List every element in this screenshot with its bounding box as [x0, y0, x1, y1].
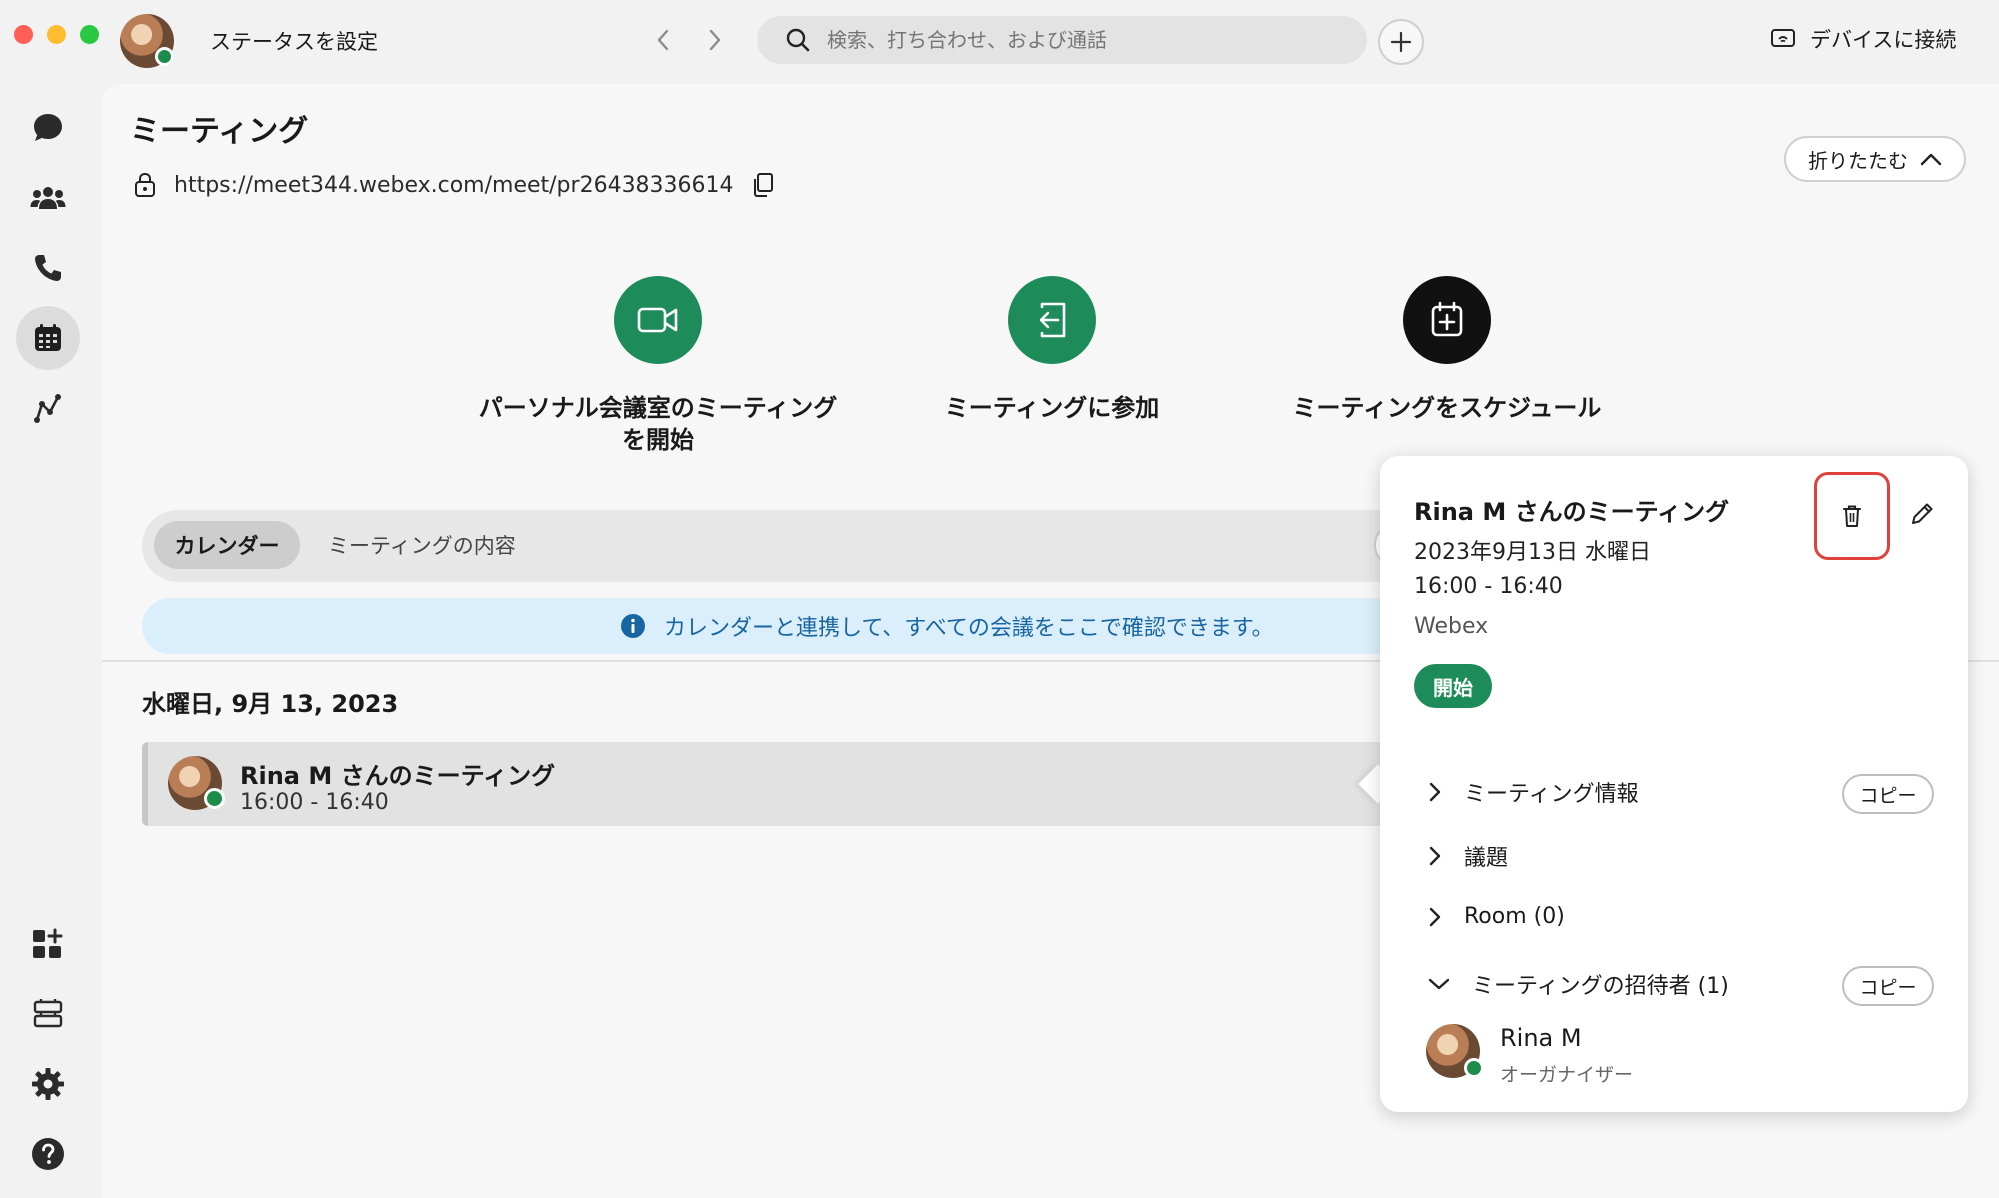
sidebar-item-calling[interactable]: [16, 236, 80, 300]
collapse-label: 折りたたむ: [1808, 148, 1908, 173]
copy-invitees-button[interactable]: コピー: [1842, 966, 1934, 1006]
help-icon: [32, 1138, 64, 1170]
chevron-right-icon: [1429, 782, 1441, 802]
join-meeting-circle[interactable]: [1008, 276, 1096, 364]
chevron-down-icon: [1428, 978, 1450, 990]
start-personal-room-meeting-button[interactable]: パーソナル会議室のミーティングを開始: [468, 276, 848, 456]
calendar-integration-banner: カレンダーと連携して、すべての会議をここで確認できます。: [142, 598, 1452, 654]
sidebar-item-analytics[interactable]: [16, 376, 80, 440]
section-meeting-info[interactable]: ミーティング情報: [1428, 776, 1639, 808]
connect-device-label: デバイスに接続: [1810, 28, 1957, 52]
presence-indicator: [155, 47, 174, 66]
copy-meeting-info-button[interactable]: コピー: [1842, 774, 1934, 814]
banner-text: カレンダーと連携して、すべての会議をここで確認できます。: [664, 616, 1274, 641]
sidebar-item-messaging[interactable]: [16, 96, 80, 160]
search-bar[interactable]: [757, 16, 1367, 64]
sidebar-item-teams[interactable]: [16, 166, 80, 230]
invitee-name: Rina M: [1500, 1024, 1582, 1052]
meeting-url-row: https://meet344.webex.com/meet/pr2643833…: [134, 172, 774, 198]
delete-meeting-button[interactable]: [1814, 472, 1890, 560]
phone-icon: [35, 255, 61, 281]
back-button[interactable]: [648, 22, 678, 58]
meeting-details-popover: Rina M さんのミーティング 2023年9月13日 水曜日 16:00 - …: [1380, 456, 1968, 1112]
schedule-meeting-label: ミーティングをスケジュール: [1292, 394, 1602, 422]
popover-platform: Webex: [1414, 614, 1489, 639]
sidebar-item-help[interactable]: [16, 1122, 80, 1186]
sidebar-item-devices[interactable]: [16, 982, 80, 1046]
analytics-icon: [34, 394, 61, 423]
calendar-add-icon: [1431, 301, 1463, 337]
plus-icon: [1390, 31, 1412, 53]
chevron-right-icon: [709, 29, 721, 51]
devices-icon: [33, 999, 63, 1028]
info-icon: [621, 614, 645, 638]
collapse-button[interactable]: 折りたたむ: [1784, 136, 1966, 182]
connect-device-button[interactable]: デバイスに接続: [1770, 24, 1956, 54]
join-meeting-label: ミーティングに参加: [944, 394, 1160, 422]
add-button[interactable]: [1378, 19, 1424, 65]
meeting-title: Rina M さんのミーティング: [240, 762, 556, 790]
tab-calendar[interactable]: カレンダー: [154, 521, 300, 569]
calendar-icon: [35, 324, 61, 351]
meeting-time: 16:00 - 16:40: [240, 790, 389, 815]
forward-button[interactable]: [700, 22, 730, 58]
section-agenda[interactable]: 議題: [1428, 840, 1508, 872]
gear-icon: [32, 1068, 64, 1100]
chevron-up-icon: [1920, 153, 1942, 166]
trash-icon: [1843, 505, 1861, 527]
pencil-icon: [1912, 503, 1933, 524]
start-meeting-label: パーソナル会議室のミーティングを開始: [478, 394, 838, 454]
section-label: Room (0): [1464, 904, 1565, 929]
lock-icon: [135, 172, 155, 197]
start-meeting-circle[interactable]: [614, 276, 702, 364]
teams-icon: [30, 187, 66, 209]
start-button[interactable]: 開始: [1414, 664, 1492, 708]
window-close-button[interactable]: [14, 25, 33, 44]
title-bar: ステータスを設定 デバイスに接続: [0, 0, 1999, 84]
chevron-right-icon: [1429, 846, 1441, 866]
join-meeting-button[interactable]: ミーティングに参加: [862, 276, 1242, 424]
invitee-role: オーガナイザー: [1500, 1064, 1634, 1086]
video-camera-icon: [637, 307, 678, 333]
view-tabs: カレンダー ミーティングの内容: [142, 510, 1452, 582]
sidebar-item-settings[interactable]: [16, 1052, 80, 1116]
left-navigation: [0, 84, 100, 1198]
sidebar-item-meetings[interactable]: [16, 306, 80, 370]
popover-date: 2023年9月13日 水曜日: [1414, 540, 1651, 565]
set-status-button[interactable]: ステータスを設定: [210, 26, 378, 56]
edit-meeting-button[interactable]: [1904, 496, 1940, 532]
copy-icon[interactable]: [752, 172, 774, 198]
popover-title: Rina M さんのミーティング: [1414, 498, 1730, 526]
section-label: ミーティングの招待者 (1): [1472, 974, 1729, 999]
search-icon: [786, 28, 810, 52]
apps-icon: [33, 928, 63, 958]
device-connect-icon: [1771, 29, 1795, 47]
search-input[interactable]: [827, 28, 1327, 52]
meeting-list-item[interactable]: Rina M さんのミーティング 16:00 - 16:40: [142, 742, 1452, 826]
section-room[interactable]: Room (0): [1428, 904, 1565, 929]
popover-time: 16:00 - 16:40: [1414, 574, 1563, 599]
sidebar-item-apps[interactable]: [16, 912, 80, 976]
section-label: 議題: [1464, 846, 1509, 871]
meeting-url-link[interactable]: https://meet344.webex.com/meet/pr2643833…: [174, 173, 734, 198]
section-invitees[interactable]: ミーティングの招待者 (1): [1428, 968, 1729, 1000]
section-label: ミーティング情報: [1464, 782, 1639, 807]
chevron-right-icon: [1429, 907, 1441, 926]
date-heading: 水曜日, 9月 13, 2023: [142, 690, 399, 718]
window-minimize-button[interactable]: [47, 25, 66, 44]
window-zoom-button[interactable]: [80, 25, 99, 44]
presence-indicator: [1464, 1058, 1484, 1078]
schedule-meeting-circle[interactable]: [1403, 276, 1491, 364]
chat-icon: [34, 114, 62, 141]
join-arrow-icon: [1039, 302, 1066, 338]
schedule-meeting-button[interactable]: ミーティングをスケジュール: [1257, 276, 1637, 424]
page-title: ミーティング: [130, 114, 309, 149]
tab-meeting-content[interactable]: ミーティングの内容: [310, 521, 534, 569]
chevron-left-icon: [657, 29, 669, 51]
presence-indicator: [204, 788, 225, 809]
